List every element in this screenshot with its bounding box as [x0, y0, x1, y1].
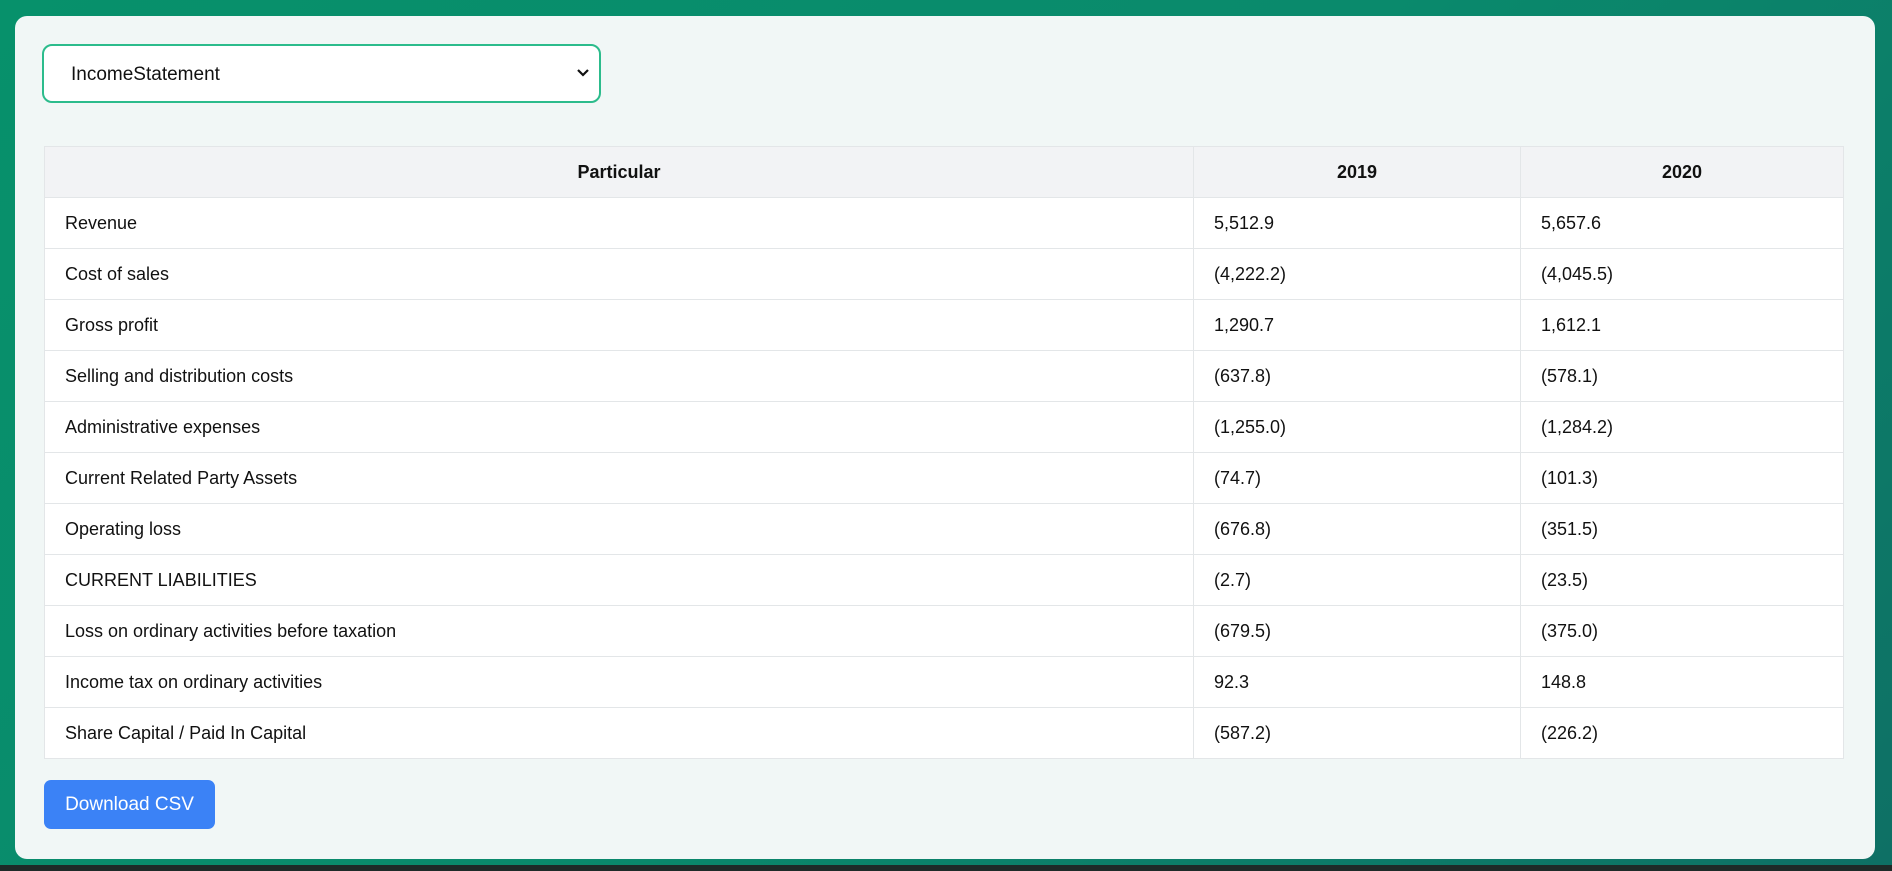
header-particular: Particular [44, 146, 1194, 198]
cell-2019: (1,255.0) [1193, 401, 1521, 453]
cell-particular: Revenue [44, 197, 1194, 249]
table-row: CURRENT LIABILITIES (2.7) (23.5) [44, 554, 1844, 606]
cell-particular: Cost of sales [44, 248, 1194, 300]
table-row: Income tax on ordinary activities 92.3 148… [44, 656, 1844, 708]
table-row: Share Capital / Paid In Capital (587.2) (2… [44, 707, 1844, 759]
cell-2019: (676.8) [1193, 503, 1521, 555]
statement-select-value: IncomeStatement [71, 64, 220, 85]
cell-2019: 1,290.7 [1193, 299, 1521, 351]
table-row: Cost of sales (4,222.2) (4,045.5) [44, 248, 1844, 300]
cell-particular: Loss on ordinary activities before taxat… [44, 605, 1194, 657]
table-row: Gross profit 1,290.7 1,612.1 [44, 299, 1844, 351]
header-2019: 2019 [1193, 146, 1521, 198]
cell-2020: (375.0) [1520, 605, 1844, 657]
cell-2019: (4,222.2) [1193, 248, 1521, 300]
table-row: Current Related Party Assets (74.7) (101.3… [44, 452, 1844, 504]
cell-2019: (637.8) [1193, 350, 1521, 402]
cell-2020: (23.5) [1520, 554, 1844, 606]
cell-particular: Selling and distribution costs [44, 350, 1194, 402]
table-header-row: Particular 2019 2020 [44, 146, 1844, 198]
table-row: Operating loss (676.8) (351.5) [44, 503, 1844, 555]
cell-particular: Gross profit [44, 299, 1194, 351]
chevron-down-icon [577, 69, 589, 77]
cell-2019: (587.2) [1193, 707, 1521, 759]
cell-2020: (351.5) [1520, 503, 1844, 555]
cell-particular: Current Related Party Assets [44, 452, 1194, 504]
cell-particular: CURRENT LIABILITIES [44, 554, 1194, 606]
cell-2020: 5,657.6 [1520, 197, 1844, 249]
cell-2019: 5,512.9 [1193, 197, 1521, 249]
cell-2019: 92.3 [1193, 656, 1521, 708]
header-2020: 2020 [1520, 146, 1844, 198]
cell-2020: (4,045.5) [1520, 248, 1844, 300]
cell-2020: 1,612.1 [1520, 299, 1844, 351]
cell-2020: (578.1) [1520, 350, 1844, 402]
cell-2020: 148.8 [1520, 656, 1844, 708]
cell-2019: (2.7) [1193, 554, 1521, 606]
cell-particular: Administrative expenses [44, 401, 1194, 453]
table-row: Selling and distribution costs (637.8) (57… [44, 350, 1844, 402]
main-card: IncomeStatement Particular 2019 2020 Rev… [15, 16, 1875, 859]
taskbar-strip [0, 865, 1892, 871]
cell-2019: (679.5) [1193, 605, 1521, 657]
statement-select[interactable]: IncomeStatement [42, 44, 601, 103]
financial-table: Particular 2019 2020 Revenue 5,512.9 5,657… [44, 146, 1844, 759]
cell-2019: (74.7) [1193, 452, 1521, 504]
cell-particular: Share Capital / Paid In Capital [44, 707, 1194, 759]
cell-particular: Operating loss [44, 503, 1194, 555]
download-csv-button[interactable]: Download CSV [44, 780, 215, 829]
cell-2020: (226.2) [1520, 707, 1844, 759]
cell-particular: Income tax on ordinary activities [44, 656, 1194, 708]
table-row: Revenue 5,512.9 5,657.6 [44, 197, 1844, 249]
table-row: Loss on ordinary activities before taxat… [44, 605, 1844, 657]
table-row: Administrative expenses (1,255.0) (1,284.2… [44, 401, 1844, 453]
cell-2020: (1,284.2) [1520, 401, 1844, 453]
cell-2020: (101.3) [1520, 452, 1844, 504]
